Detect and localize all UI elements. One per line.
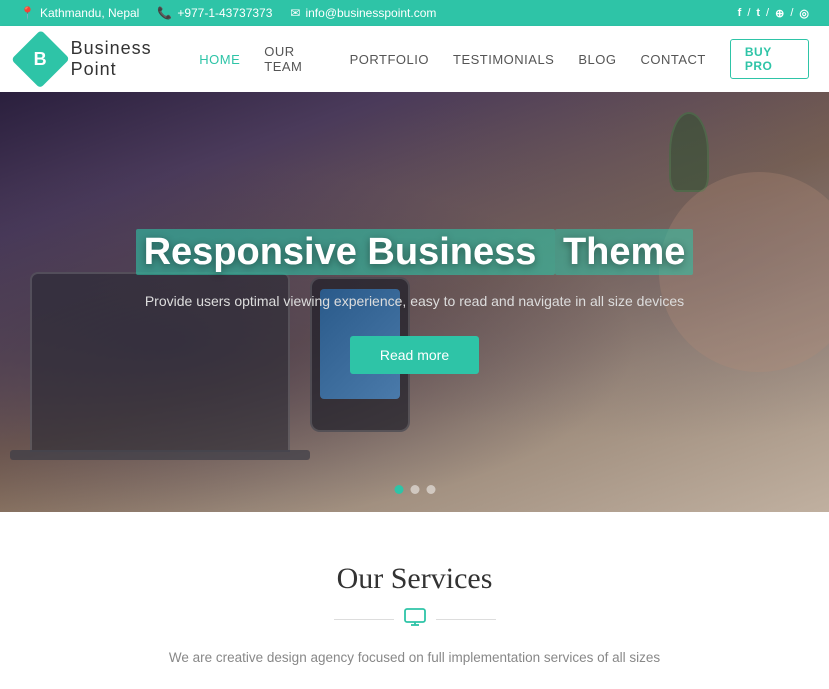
facebook-link[interactable]: f: [738, 7, 742, 19]
nav-home[interactable]: HOME: [199, 52, 240, 67]
divider-line-left: [334, 619, 394, 620]
location-item: 📍 Kathmandu, Nepal: [20, 6, 139, 20]
dot-3[interactable]: [426, 485, 435, 494]
nav-blog[interactable]: BLOG: [578, 52, 616, 67]
nav-contact[interactable]: CONTACT: [640, 52, 705, 67]
read-more-button[interactable]: Read more: [350, 336, 479, 374]
nav-our-team[interactable]: OUR TEAM: [264, 44, 325, 74]
email-text: info@businesspoint.com: [305, 6, 436, 20]
phone-icon: 📞: [157, 6, 172, 20]
social-links: f / t / ⊕ / ◎: [738, 7, 809, 20]
plant-decoration: [669, 112, 709, 192]
monitor-icon: [404, 608, 426, 631]
main-nav: HOME OUR TEAM PORTFOLIO TESTIMONIALS BLO…: [199, 39, 809, 79]
laptop-base: [10, 450, 310, 460]
logo-diamond: B: [11, 30, 69, 88]
twitter-link[interactable]: t: [756, 7, 760, 19]
header: B Business Point HOME OUR TEAM PORTFOLIO…: [0, 26, 829, 92]
phone-text: +977-1-43737373: [177, 6, 272, 20]
slider-dots[interactable]: [394, 485, 435, 494]
email-icon: ✉: [290, 6, 300, 20]
services-divider: [20, 608, 809, 631]
dot-1[interactable]: [394, 485, 403, 494]
services-section: Our Services We are creative design agen…: [0, 512, 829, 689]
services-title: Our Services: [20, 562, 809, 596]
phone-item[interactable]: 📞 +977-1-43737373: [157, 6, 272, 20]
top-bar-left: 📍 Kathmandu, Nepal 📞 +977-1-43737373 ✉ i…: [20, 6, 436, 20]
logo-name: Business Point: [71, 38, 200, 80]
instagram-link[interactable]: ◎: [799, 7, 809, 20]
location-text: Kathmandu, Nepal: [40, 6, 139, 20]
logo[interactable]: B Business Point: [20, 38, 199, 80]
buy-pro-button[interactable]: BUY PRO: [730, 39, 809, 79]
location-icon: 📍: [20, 6, 35, 20]
top-bar: 📍 Kathmandu, Nepal 📞 +977-1-43737373 ✉ i…: [0, 0, 829, 26]
nav-portfolio[interactable]: PORTFOLIO: [350, 52, 429, 67]
email-item[interactable]: ✉ info@businesspoint.com: [290, 6, 436, 20]
divider-line-right: [436, 619, 496, 620]
hero-title-theme-text: Theme: [555, 229, 693, 275]
services-subtitle: We are creative design agency focused on…: [20, 647, 809, 669]
hero-content: Responsive Business Theme Provide users …: [116, 210, 714, 394]
hero-title-text: Responsive Business: [136, 229, 555, 275]
hero-subtitle: Provide users optimal viewing experience…: [136, 290, 694, 312]
nav-testimonials[interactable]: TESTIMONIALS: [453, 52, 554, 67]
logo-letter: B: [34, 48, 47, 69]
hero-title: Responsive Business Theme: [136, 230, 694, 276]
dot-2[interactable]: [410, 485, 419, 494]
hero-section: Responsive Business Theme Provide users …: [0, 92, 829, 512]
googleplus-link[interactable]: ⊕: [775, 7, 784, 20]
